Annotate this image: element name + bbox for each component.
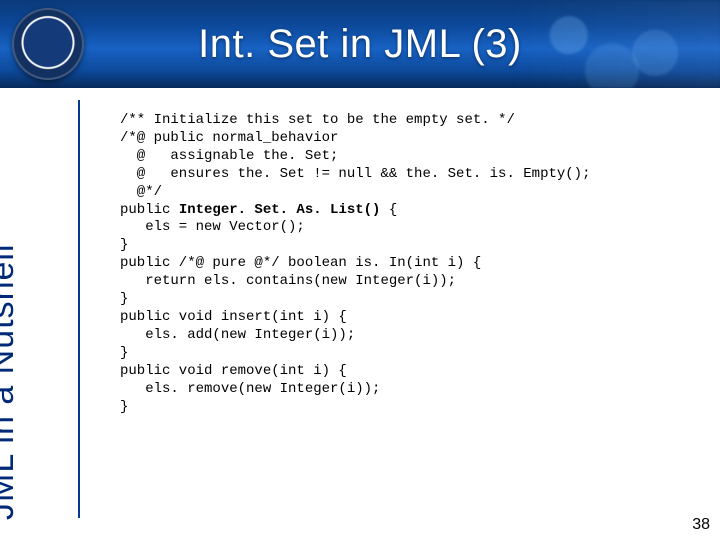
- slide-title: Int. Set in JML (3): [0, 0, 720, 88]
- vertical-divider: [78, 100, 80, 518]
- code-block: /** Initialize this set to be the empty …: [120, 112, 680, 416]
- slide-container: Int. Set in JML (3) JML in a Nutshell /*…: [0, 0, 720, 540]
- sidebar-topic-label: JML in a Nutshell: [0, 243, 22, 520]
- slide-header: Int. Set in JML (3): [0, 0, 720, 88]
- slide-body: JML in a Nutshell /** Initialize this se…: [0, 88, 720, 540]
- page-number: 38: [692, 516, 710, 534]
